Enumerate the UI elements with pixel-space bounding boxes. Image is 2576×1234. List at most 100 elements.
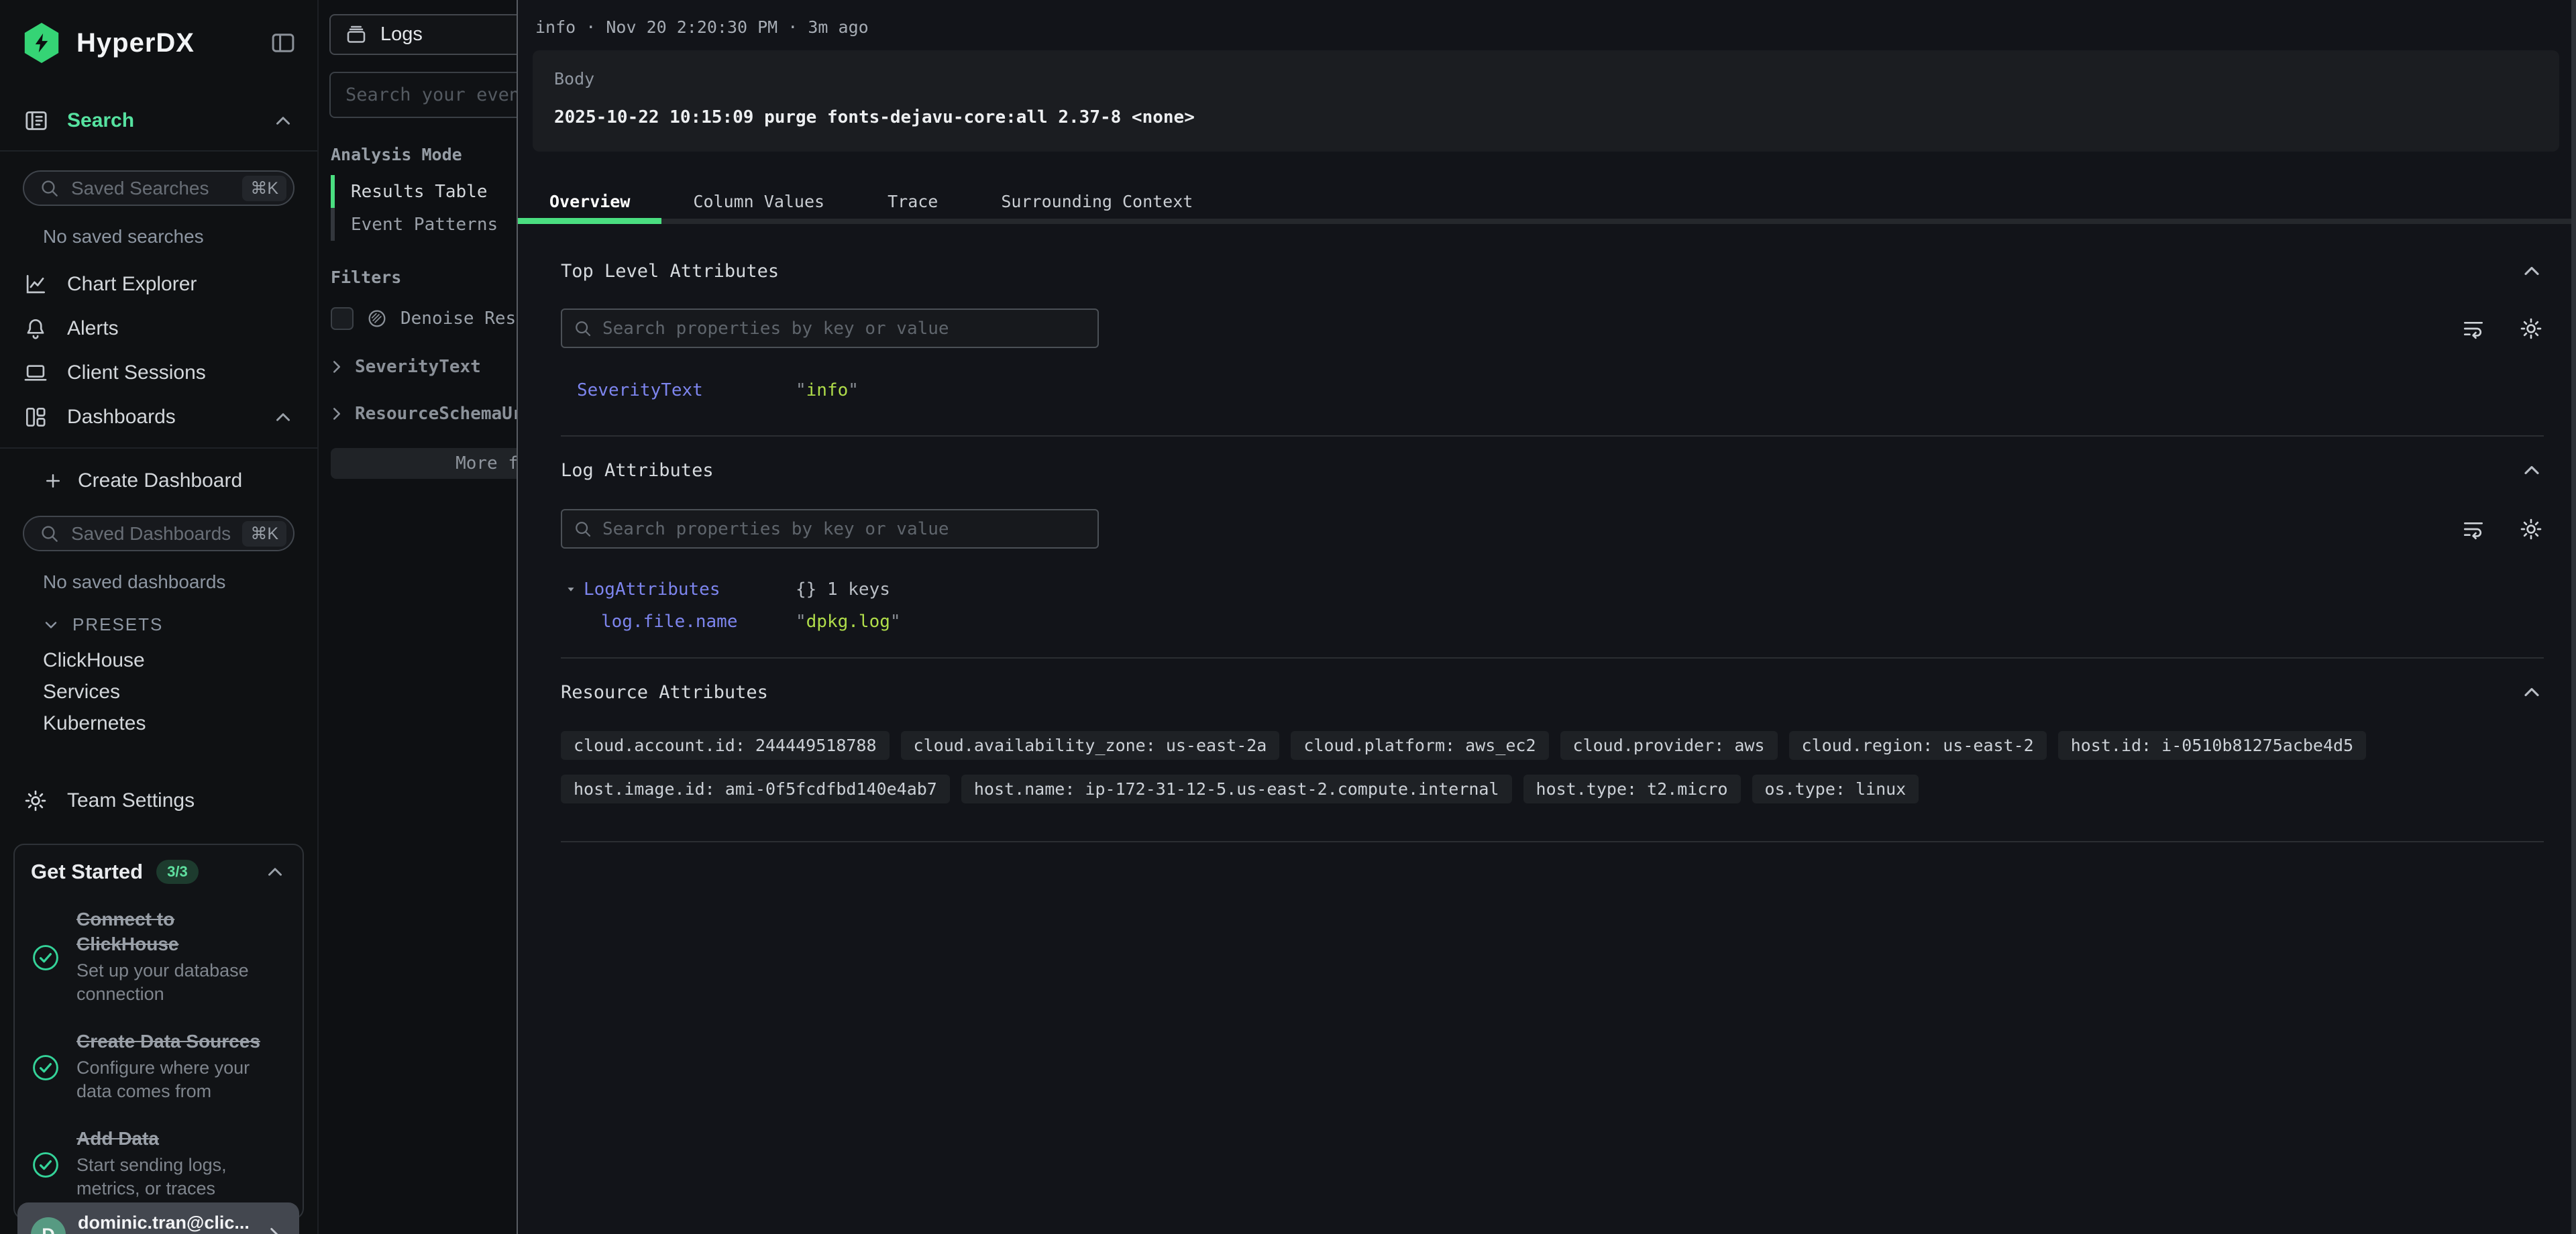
bell-icon xyxy=(23,316,48,341)
resource-chip[interactable]: cloud.region: us-east-2 xyxy=(1789,731,2047,760)
create-dashboard-button[interactable]: Create Dashboard xyxy=(43,465,317,497)
sidebar: HyperDX Search Saved Searches ⌘K No save… xyxy=(0,0,319,1234)
sidebar-item-dashboards[interactable]: Dashboards xyxy=(0,395,317,439)
resource-chip[interactable]: cloud.account.id: 244449518788 xyxy=(561,731,890,760)
collapse-sidebar-icon[interactable] xyxy=(269,29,297,57)
keys-count: {} 1 keys xyxy=(796,579,890,600)
get-started-step[interactable]: Add Data Start sending logs, metrics, or… xyxy=(31,1126,286,1200)
resource-chip[interactable]: host.type: t2.micro xyxy=(1523,775,1741,803)
property-search-input[interactable] xyxy=(602,319,1087,339)
filter-group-label: ResourceSchemaUrl xyxy=(355,404,533,424)
resource-chip[interactable]: cloud.platform: aws_ec2 xyxy=(1291,731,1548,760)
log-attributes-section: Log Attributes LogAttributes {} 1 keys l… xyxy=(518,458,2576,659)
gear-icon xyxy=(23,788,48,814)
attribute-value[interactable]: "dpkg.log" xyxy=(796,612,901,632)
chevron-down-icon xyxy=(42,616,60,634)
preset-services[interactable]: Services xyxy=(43,676,317,708)
wrap-lines-icon[interactable] xyxy=(2461,316,2486,341)
chevron-up-icon[interactable] xyxy=(272,406,294,429)
event-details-drawer: info · Nov 20 2:20:30 PM · 3m ago Body 2… xyxy=(517,0,2576,1234)
collapse-section-icon[interactable] xyxy=(2520,259,2544,283)
tab-surrounding-context[interactable]: Surrounding Context xyxy=(969,184,1224,219)
tree-root[interactable]: LogAttributes xyxy=(564,579,796,600)
attribute-key[interactable]: log.file.name xyxy=(601,612,796,632)
team-settings-label: Team Settings xyxy=(67,789,195,812)
drawer-tabs: Overview Column Values Trace Surrounding… xyxy=(518,184,2576,224)
no-saved-dashboards-text: No saved dashboards xyxy=(43,571,317,593)
section-title: Top Level Attributes xyxy=(561,261,779,282)
sidebar-item-search[interactable]: Search xyxy=(0,102,317,139)
section-title: Log Attributes xyxy=(561,460,714,481)
get-started-card: Get Started 3/3 Connect to ClickHouse Se… xyxy=(13,844,304,1219)
preset-kubernetes[interactable]: Kubernetes xyxy=(43,708,317,739)
shortcut-badge: ⌘K xyxy=(242,521,286,547)
shortcut-badge: ⌘K xyxy=(242,176,286,201)
get-started-header[interactable]: Get Started 3/3 xyxy=(31,860,286,884)
get-started-title: Get Started xyxy=(31,860,143,884)
logo-row: HyperDX xyxy=(0,0,317,63)
denoise-icon xyxy=(366,307,388,330)
resource-chip[interactable]: cloud.provider: aws xyxy=(1560,731,1778,760)
resource-attributes-section: Resource Attributes cloud.account.id: 24… xyxy=(518,680,2576,842)
step-title: Connect to ClickHouse xyxy=(76,907,278,956)
search-icon xyxy=(39,178,60,199)
get-started-step[interactable]: Connect to ClickHouse Set up your databa… xyxy=(31,907,286,1006)
resource-chip[interactable]: cloud.availability_zone: us-east-2a xyxy=(901,731,1280,760)
resource-chips: cloud.account.id: 244449518788 cloud.ava… xyxy=(561,731,2544,803)
resource-chip[interactable]: host.id: i-0510b81275acbe4d5 xyxy=(2058,731,2366,760)
resource-chip[interactable]: host.name: ip-172-31-12-5.us-east-2.comp… xyxy=(961,775,1512,803)
plus-icon xyxy=(43,471,63,491)
nav-label: Client Sessions xyxy=(67,361,206,384)
collapse-section-icon[interactable] xyxy=(2520,458,2544,482)
chevron-up-icon[interactable] xyxy=(272,109,294,132)
attribute-value[interactable]: "info" xyxy=(796,380,859,400)
gear-icon[interactable] xyxy=(2518,316,2544,341)
sidebar-item-chart-explorer[interactable]: Chart Explorer xyxy=(0,262,317,306)
section-title: Resource Attributes xyxy=(561,682,768,703)
presets-toggle[interactable]: PRESETS xyxy=(42,614,317,635)
laptop-icon xyxy=(23,360,48,386)
preset-clickhouse[interactable]: ClickHouse xyxy=(43,644,317,676)
property-search-box[interactable] xyxy=(561,308,1099,348)
wrap-lines-icon[interactable] xyxy=(2461,516,2486,542)
step-description: Configure where your data comes from xyxy=(76,1056,284,1103)
sidebar-item-alerts[interactable]: Alerts xyxy=(0,306,317,351)
gear-icon[interactable] xyxy=(2518,516,2544,542)
resource-chip[interactable]: host.image.id: ami-0f5fcdfbd140e4ab7 xyxy=(561,775,950,803)
user-account-button[interactable]: D dominic.tran@clic... dominic.tran@clic… xyxy=(17,1202,299,1234)
step-title: Add Data xyxy=(76,1126,278,1151)
collapse-section-icon[interactable] xyxy=(2520,680,2544,704)
presets-list: ClickHouse Services Kubernetes xyxy=(0,644,317,739)
chevron-up-icon[interactable] xyxy=(264,860,286,883)
attribute-key[interactable]: SeverityText xyxy=(577,380,796,400)
check-circle-icon xyxy=(31,1053,60,1082)
property-search-box[interactable] xyxy=(561,509,1099,549)
user-name: dominic.tran@clic... xyxy=(78,1213,251,1233)
dashboards-grid-icon xyxy=(23,404,48,430)
event-header: info · Nov 20 2:20:30 PM · 3m ago xyxy=(535,17,2576,37)
presets-label: PRESETS xyxy=(72,614,163,635)
step-title: Create Data Sources xyxy=(76,1029,284,1054)
resource-chip[interactable]: os.type: linux xyxy=(1752,775,1919,803)
tab-overview[interactable]: Overview xyxy=(518,184,661,219)
sidebar-nav: Chart Explorer Alerts Client Sessions Da… xyxy=(0,262,317,439)
get-started-step[interactable]: Create Data Sources Configure where your… xyxy=(31,1029,286,1103)
property-search-input[interactable] xyxy=(602,519,1087,539)
search-icon xyxy=(573,319,593,339)
divider xyxy=(561,841,2544,842)
divider xyxy=(561,657,2544,659)
search-nav-icon xyxy=(23,107,50,134)
divider xyxy=(0,447,317,449)
saved-dashboards-input[interactable]: Saved Dashboards ⌘K xyxy=(23,516,294,551)
search-icon xyxy=(39,523,60,545)
search-nav-label: Search xyxy=(67,109,134,132)
sidebar-item-team-settings[interactable]: Team Settings xyxy=(0,782,317,820)
scrollbar[interactable] xyxy=(2571,0,2576,1234)
tab-trace[interactable]: Trace xyxy=(856,184,969,219)
denoise-checkbox[interactable] xyxy=(331,307,354,330)
caret-down-icon[interactable] xyxy=(564,582,578,597)
sidebar-item-client-sessions[interactable]: Client Sessions xyxy=(0,351,317,395)
tab-column-values[interactable]: Column Values xyxy=(661,184,856,219)
saved-searches-input[interactable]: Saved Searches ⌘K xyxy=(23,170,294,206)
no-saved-searches-text: No saved searches xyxy=(43,226,317,247)
